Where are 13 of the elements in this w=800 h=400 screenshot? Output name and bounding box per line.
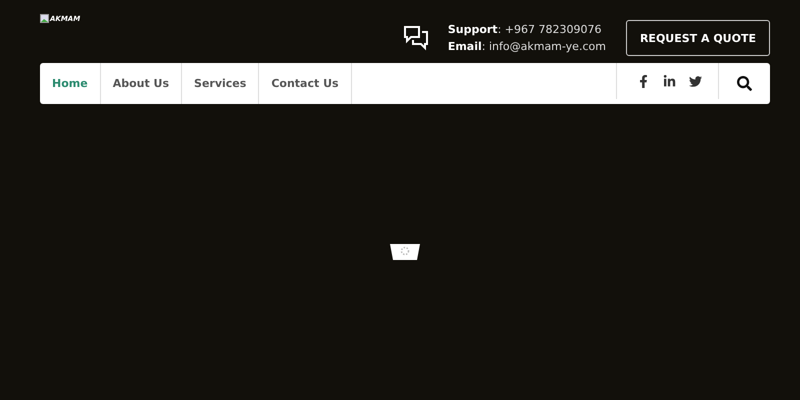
- support-phone-text: Support: +967 782309076: [448, 23, 602, 36]
- linkedin-icon[interactable]: [663, 74, 676, 88]
- nav-link[interactable]: Home: [40, 63, 101, 104]
- twitter-icon[interactable]: [689, 74, 702, 88]
- chat-bubbles-icon: [402, 24, 430, 52]
- nav-link[interactable]: Contact Us: [259, 63, 352, 104]
- loader-icon: [390, 244, 420, 260]
- nav-link[interactable]: About Us: [100, 63, 182, 104]
- broken-image-icon: [40, 14, 49, 23]
- facebook-icon[interactable]: [637, 74, 650, 88]
- email-text: Email: info@akmam-ye.com: [448, 40, 606, 53]
- request-quote-button[interactable]: REQUEST A QUOTE: [626, 20, 770, 56]
- nav-link[interactable]: Services: [182, 63, 260, 104]
